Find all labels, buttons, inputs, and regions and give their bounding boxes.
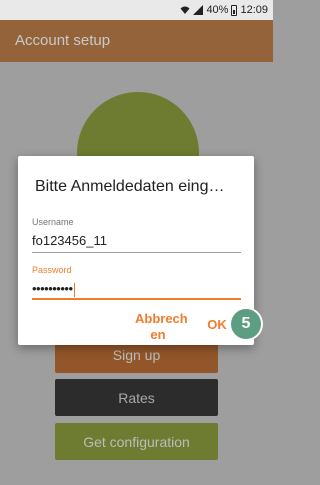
get-configuration-button[interactable]: Get configuration xyxy=(55,423,218,460)
step-badge: 5 xyxy=(229,307,263,341)
clock: 12:09 xyxy=(240,4,268,16)
ok-button[interactable]: OK xyxy=(207,317,227,333)
text-cursor xyxy=(73,282,76,297)
cancel-button[interactable]: Abbrech en xyxy=(135,311,188,343)
wifi-icon xyxy=(180,6,190,14)
login-dialog: Bitte Anmeldedaten eing… Username fo1234… xyxy=(18,156,254,345)
username-field[interactable]: fo123456_11 xyxy=(32,233,107,248)
battery-percent: 40% xyxy=(206,4,229,16)
password-label: Password xyxy=(32,265,72,275)
username-label: Username xyxy=(32,217,74,227)
signal-icon xyxy=(193,5,204,15)
username-underline xyxy=(32,252,241,253)
status-indicators: 40% 12:09 xyxy=(180,3,268,17)
password-dots: •••••••••• xyxy=(32,281,73,296)
cancel-label-line1: Abbrech xyxy=(135,311,188,326)
rates-button[interactable]: Rates xyxy=(55,379,218,416)
status-bar: 40% 12:09 xyxy=(0,0,273,20)
password-field[interactable]: •••••••••• xyxy=(32,281,76,297)
password-underline xyxy=(32,298,241,300)
page-title: Account setup xyxy=(15,32,111,49)
app-bar: Account setup xyxy=(0,20,273,62)
cancel-label-line2: en xyxy=(150,327,166,342)
dialog-title: Bitte Anmeldedaten eing… xyxy=(35,178,225,195)
battery-icon xyxy=(231,4,238,16)
